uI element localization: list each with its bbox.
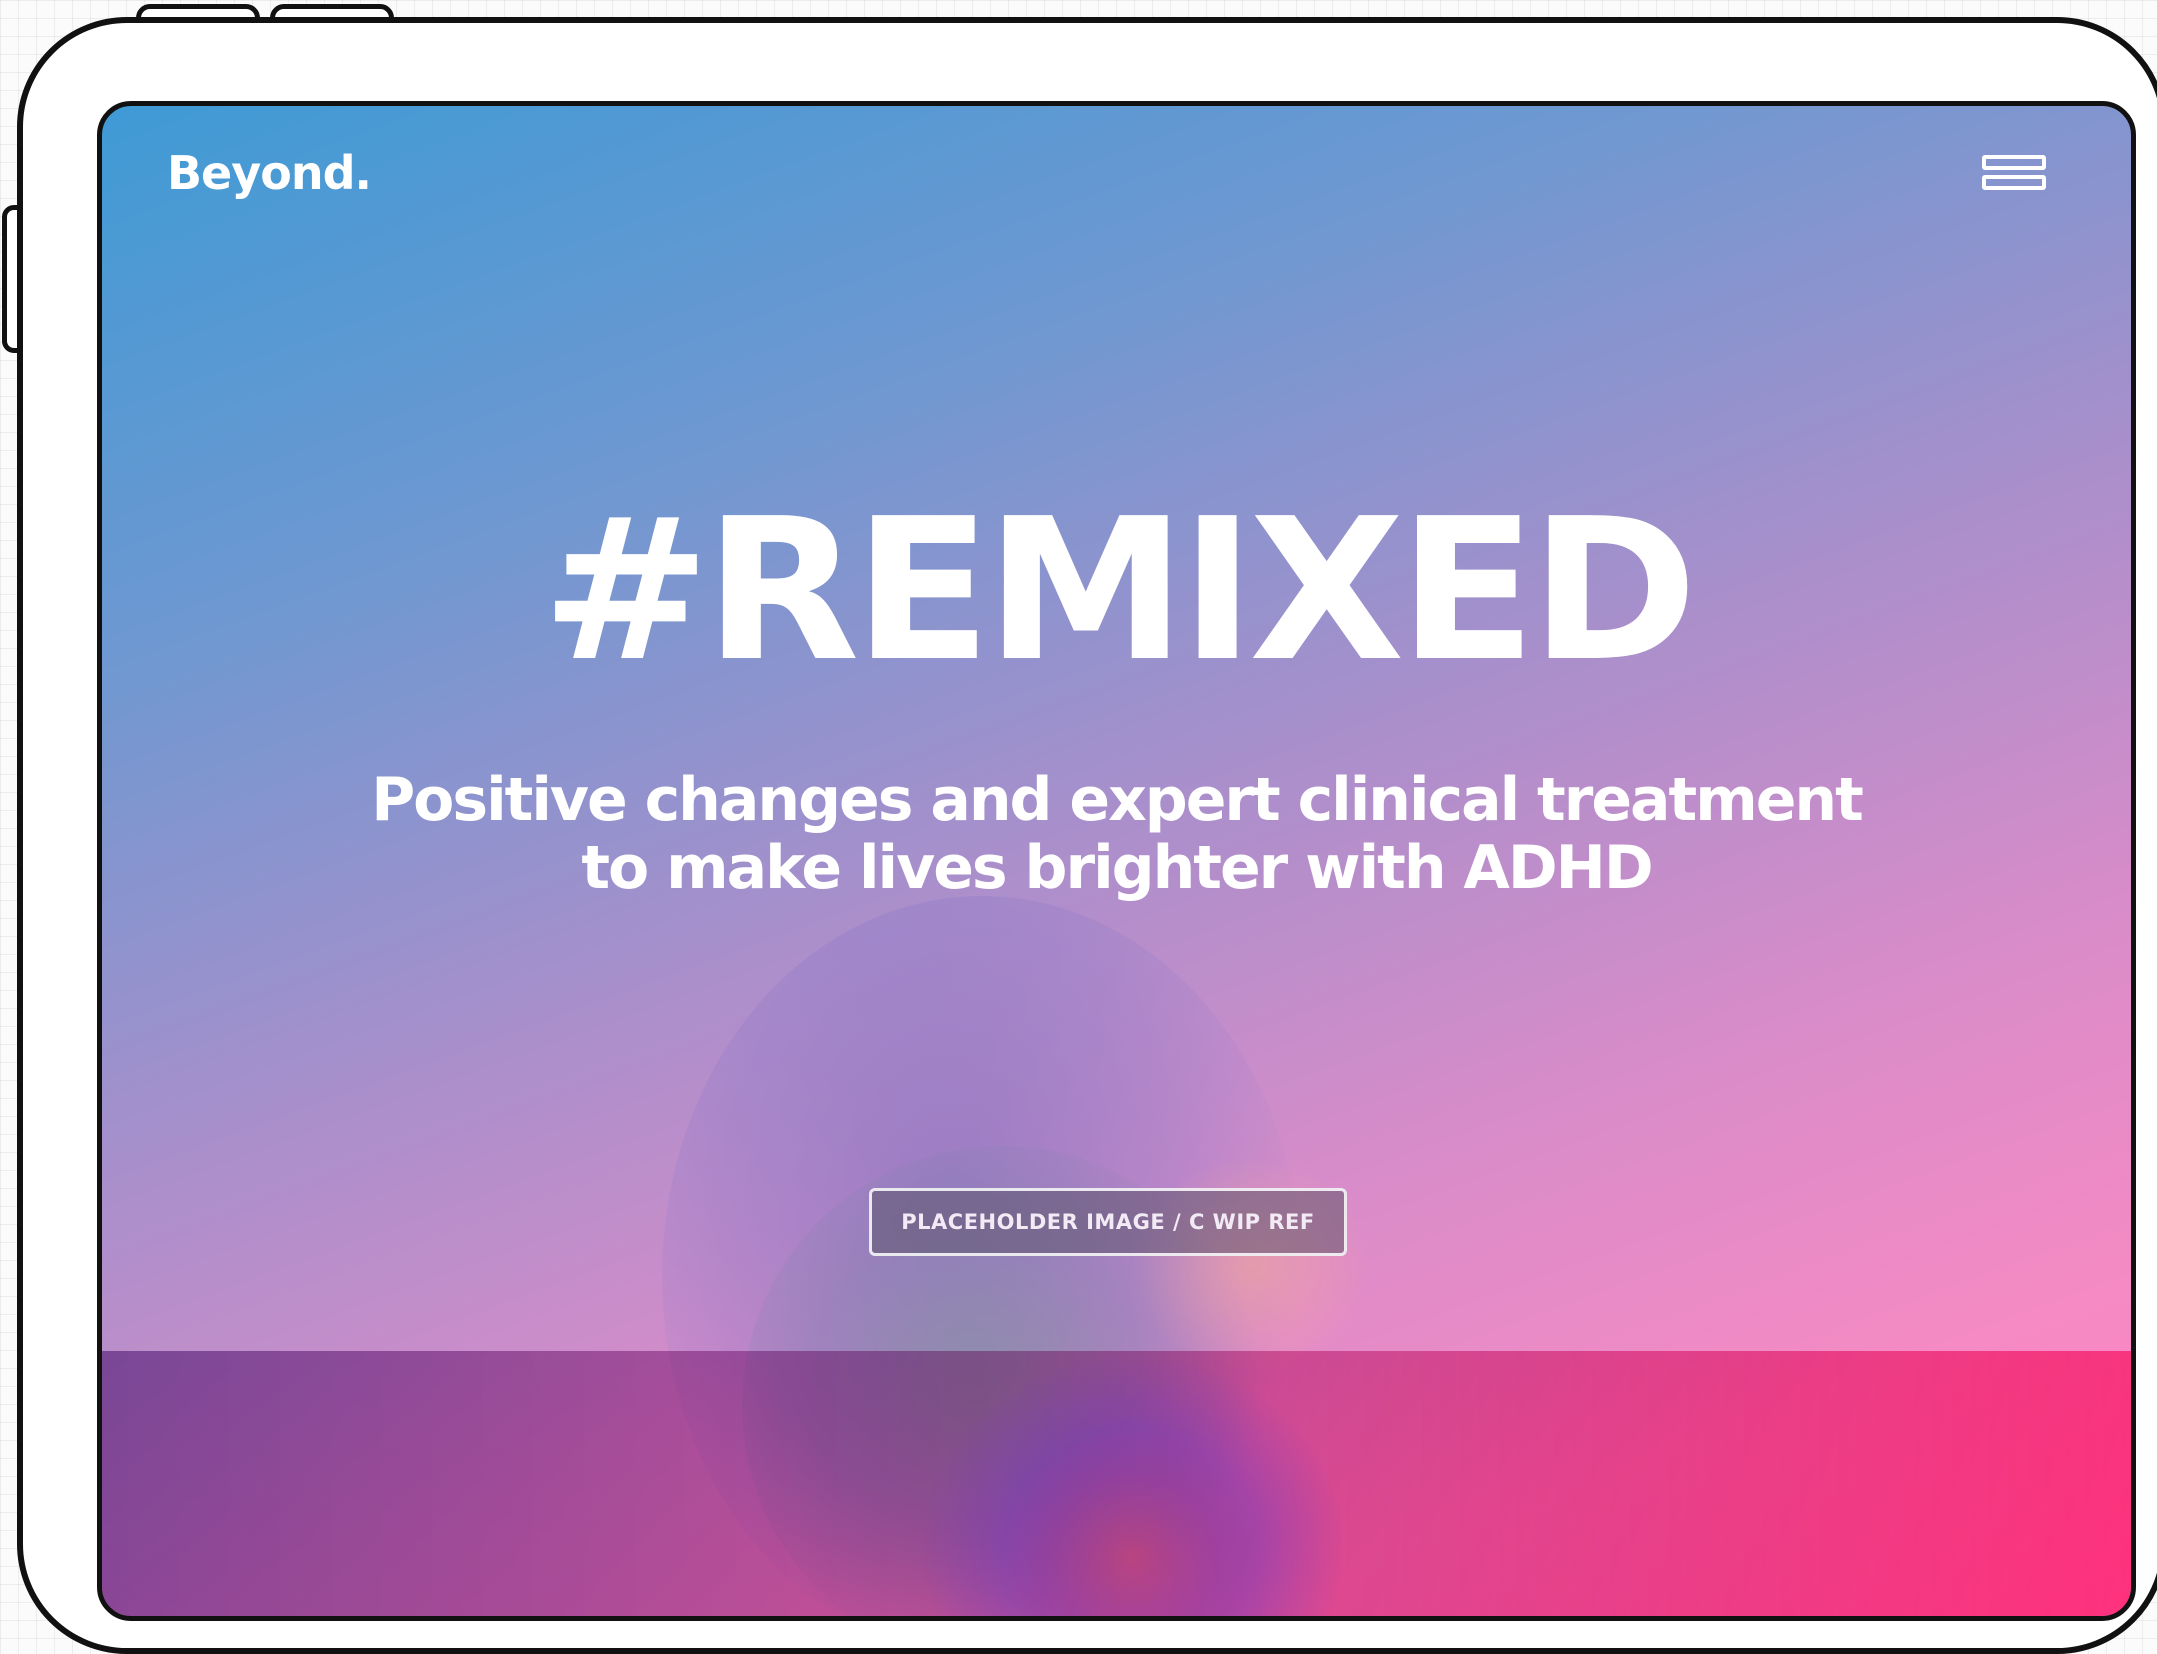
design-canvas: Beyond. #REMIXED Positive changes and ex… — [0, 0, 2157, 1654]
brand-logo[interactable]: Beyond. — [167, 146, 372, 200]
hero-subtitle-line: Positive changes and expert clinical tre… — [371, 765, 1864, 835]
menu-bar — [1982, 175, 2046, 190]
placeholder-image-label: PLACEHOLDER IMAGE / C WIP REF — [869, 1188, 1347, 1256]
tablet-frame: Beyond. #REMIXED Positive changes and ex… — [17, 17, 2157, 1654]
hero-title: #REMIXED — [541, 477, 1697, 705]
hero-screen: Beyond. #REMIXED Positive changes and ex… — [97, 101, 2136, 1621]
hero-subtitle: Positive changes and expert clinical tre… — [102, 766, 2131, 902]
menu-bar — [1982, 155, 2046, 170]
hero-subtitle-line: to make lives brighter with ADHD — [581, 833, 1653, 903]
hamburger-menu-icon[interactable] — [1982, 151, 2052, 199]
